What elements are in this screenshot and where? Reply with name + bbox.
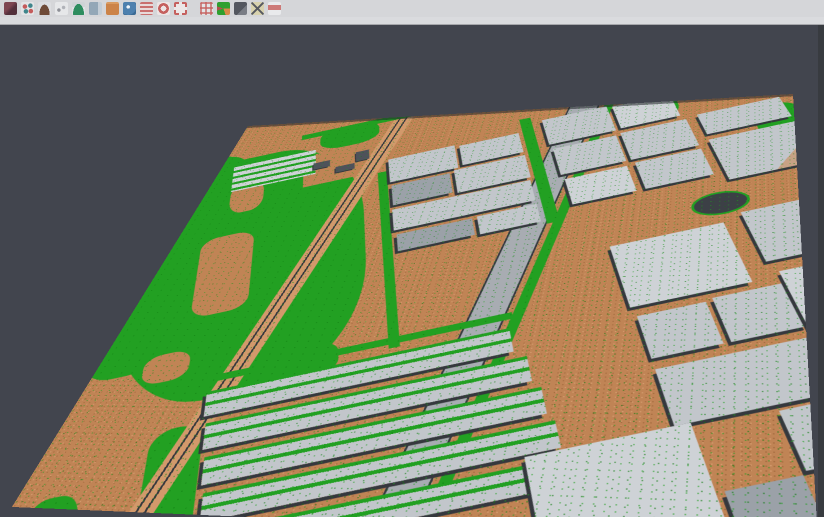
- red-brackets-icon[interactable]: [174, 2, 187, 15]
- building: [741, 191, 818, 262]
- red-ring-icon[interactable]: [157, 2, 170, 15]
- terrain-mound-icon[interactable]: [38, 2, 51, 15]
- building: [524, 423, 762, 517]
- viewport-edge-shade: [818, 25, 824, 517]
- red-teal-points-icon[interactable]: [21, 2, 34, 15]
- pale-x-markers-icon[interactable]: [251, 2, 264, 15]
- building: [637, 302, 724, 359]
- panel-blue-icon[interactable]: [89, 2, 102, 15]
- red-grid-icon[interactable]: [200, 2, 213, 15]
- pale-markers-icon[interactable]: [55, 2, 68, 15]
- red-lines-icon[interactable]: [140, 2, 153, 15]
- classification-colors-icon[interactable]: [217, 2, 230, 15]
- 3d-viewport[interactable]: [0, 25, 824, 517]
- toolbar: [0, 0, 824, 17]
- vegetation-patch: [13, 492, 82, 517]
- globe-icon[interactable]: [123, 2, 136, 15]
- vegetation-mound-icon[interactable]: [72, 2, 85, 15]
- building: [725, 475, 818, 517]
- point-cloud-terrain: [12, 94, 818, 517]
- tree-line: [800, 104, 818, 151]
- orange-square-icon[interactable]: [106, 2, 119, 15]
- maroon-cluster-icon[interactable]: [4, 2, 17, 15]
- red-bar-icon[interactable]: [268, 2, 281, 15]
- dark-binoculars-icon[interactable]: [234, 2, 247, 15]
- city-grid-group: [12, 94, 818, 517]
- toolbar-strip: [0, 17, 824, 24]
